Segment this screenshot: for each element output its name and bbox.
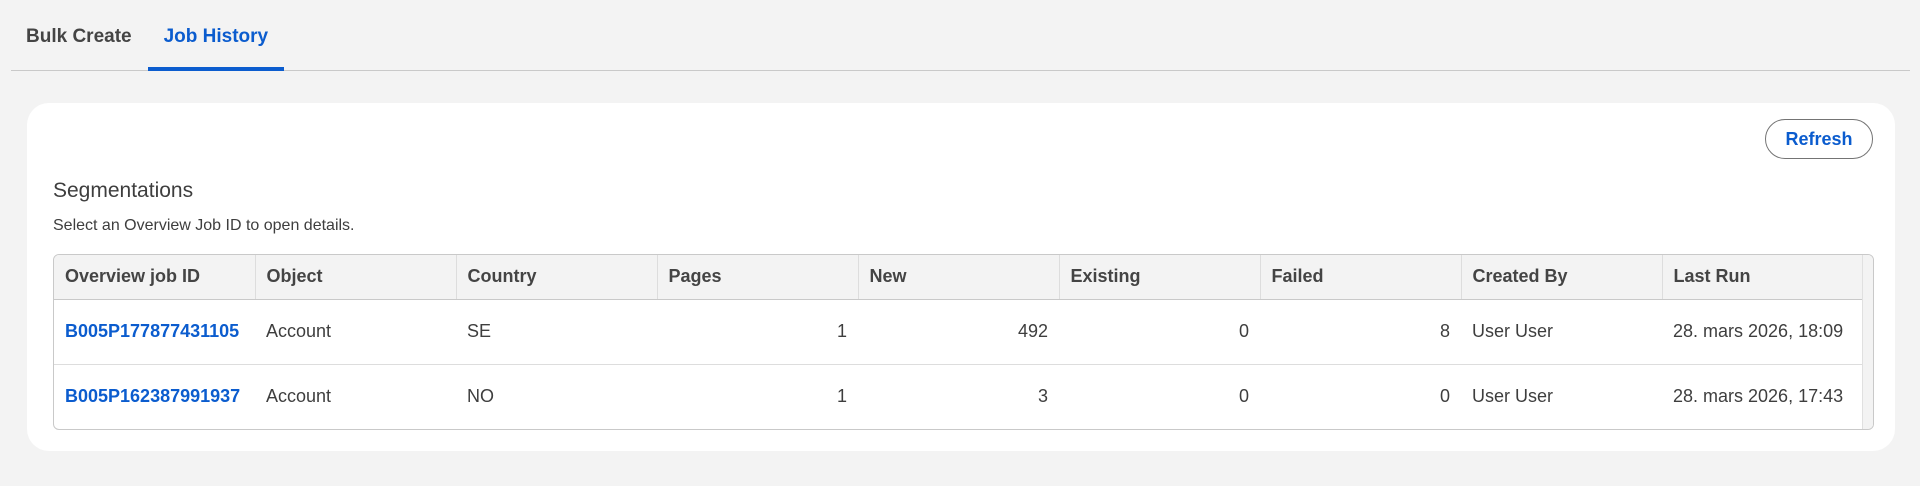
created-by-cell: User User — [1472, 386, 1554, 406]
column-header-existing[interactable]: Existing — [1059, 255, 1261, 300]
last-run-cell: 28. mars 2026, 17:43 — [1673, 386, 1844, 406]
created-by-cell: User User — [1472, 321, 1554, 341]
column-header-overview-job-id[interactable]: Overview job ID — [54, 255, 256, 300]
table-scroll-edge[interactable] — [1862, 255, 1873, 429]
job-history-card: Refresh Segmentations Select an Overview… — [27, 103, 1895, 451]
pages-cell: 1 — [836, 386, 847, 406]
table-row: B005P162387991937 Account NO 1 3 0 0 Use… — [54, 364, 1864, 429]
column-header-created-by[interactable]: Created By — [1461, 255, 1663, 300]
failed-cell: 8 — [1439, 321, 1450, 341]
column-header-country[interactable]: Country — [456, 255, 658, 300]
table-row: B005P177877431105 Account SE 1 492 0 8 U… — [54, 299, 1864, 364]
last-run-cell: 28. mars 2026, 18:09 — [1673, 321, 1844, 341]
failed-cell: 0 — [1439, 386, 1450, 406]
overview-job-id-link[interactable]: B005P177877431105 — [54, 299, 255, 364]
new-cell: 492 — [1017, 321, 1048, 341]
existing-cell: 0 — [1238, 321, 1249, 341]
overview-job-id-link[interactable]: B005P162387991937 — [54, 364, 255, 429]
object-cell: Account — [266, 321, 332, 341]
segmentations-table: Overview job ID Object Country Pages New… — [53, 254, 1874, 430]
column-header-object[interactable]: Object — [255, 255, 457, 300]
tab-job-history[interactable]: Job History — [147, 0, 285, 71]
pages-cell: 1 — [836, 321, 847, 341]
section-help-text: Select an Overview Job ID to open detail… — [53, 217, 355, 234]
country-cell: NO — [467, 386, 494, 406]
column-header-last-run[interactable]: Last Run — [1662, 255, 1864, 300]
table-header-row: Overview job ID Object Country Pages New… — [54, 255, 1864, 300]
section-title: Segmentations — [53, 179, 194, 202]
column-header-failed[interactable]: Failed — [1260, 255, 1462, 300]
new-cell: 3 — [1037, 386, 1048, 406]
existing-cell: 0 — [1238, 386, 1249, 406]
object-cell: Account — [266, 386, 332, 406]
tab-bulk-create[interactable]: Bulk Create — [11, 0, 148, 70]
country-cell: SE — [467, 321, 492, 341]
column-header-new[interactable]: New — [858, 255, 1060, 300]
column-header-pages[interactable]: Pages — [657, 255, 859, 300]
refresh-button[interactable]: Refresh — [1765, 119, 1873, 159]
tab-bar: Bulk Create Job History — [11, 0, 1910, 71]
